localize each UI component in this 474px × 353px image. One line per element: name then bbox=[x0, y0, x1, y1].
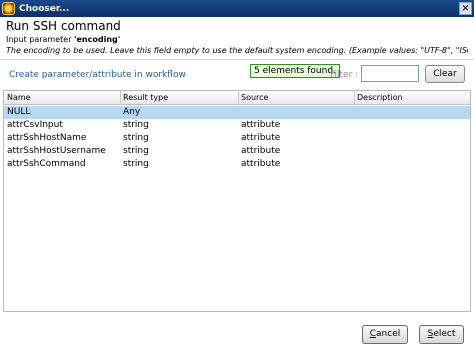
column-header-name[interactable]: Name bbox=[7, 93, 31, 102]
cell-result-type: string bbox=[123, 159, 149, 169]
column-divider[interactable] bbox=[238, 91, 239, 105]
app-icon bbox=[2, 2, 15, 15]
results-table: Name Result type Source Description NULL… bbox=[3, 90, 471, 312]
column-header-result-type[interactable]: Result type bbox=[123, 93, 168, 102]
cell-name: NULL bbox=[7, 107, 31, 117]
table-row[interactable]: attrSshHostUsername string attribute bbox=[4, 145, 470, 158]
table-row[interactable]: attrSshHostName string attribute bbox=[4, 132, 470, 145]
table-header: Name Result type Source Description bbox=[4, 91, 470, 105]
cell-result-type: Any bbox=[123, 107, 141, 117]
filter-label: Filter : bbox=[330, 70, 359, 80]
column-divider[interactable] bbox=[354, 91, 355, 105]
cell-name: attrSshHostName bbox=[7, 133, 87, 143]
cell-source: attribute bbox=[241, 120, 281, 130]
window-title: Chooser... bbox=[19, 3, 70, 14]
table-row[interactable]: attrSshCommand string attribute bbox=[4, 158, 470, 171]
command-title: Run SSH command bbox=[6, 19, 121, 33]
cell-result-type: string bbox=[123, 120, 149, 130]
cell-source: attribute bbox=[241, 133, 281, 143]
cancel-button[interactable]: Cancel bbox=[362, 325, 408, 344]
dialog-footer: Cancel Select bbox=[0, 312, 474, 353]
found-count-badge: 5 elements found. bbox=[250, 64, 340, 78]
clear-button[interactable]: Clear bbox=[425, 65, 465, 83]
cell-result-type: string bbox=[123, 133, 149, 143]
header-area: Run SSH command Input parameter 'encodin… bbox=[0, 17, 474, 60]
close-button[interactable]: × bbox=[459, 2, 472, 15]
cell-name: attrCsvInput bbox=[7, 120, 63, 130]
param-line: Input parameter 'encoding' bbox=[6, 35, 120, 44]
param-description: The encoding to be used. Leave this fiel… bbox=[6, 46, 468, 55]
column-header-source[interactable]: Source bbox=[241, 93, 268, 102]
cancel-label: ancel bbox=[376, 329, 401, 339]
param-prefix: Input parameter bbox=[6, 35, 72, 44]
cell-name: attrSshHostUsername bbox=[7, 146, 106, 156]
column-divider[interactable] bbox=[120, 91, 121, 105]
title-bar: Chooser... × bbox=[0, 0, 474, 17]
table-row[interactable]: attrCsvInput string attribute bbox=[4, 119, 470, 132]
select-button[interactable]: Select bbox=[419, 325, 464, 344]
toolbar: Create parameter/attribute in workflow 5… bbox=[0, 60, 474, 90]
param-name: 'encoding' bbox=[74, 35, 121, 44]
filter-input[interactable] bbox=[361, 65, 419, 82]
create-parameter-link[interactable]: Create parameter/attribute in workflow bbox=[9, 70, 186, 80]
select-label: elect bbox=[433, 329, 456, 339]
table-row[interactable]: NULL Any bbox=[4, 106, 470, 119]
column-header-description[interactable]: Description bbox=[357, 93, 403, 102]
cell-name: attrSshCommand bbox=[7, 159, 86, 169]
cell-source: attribute bbox=[241, 159, 281, 169]
cell-source: attribute bbox=[241, 146, 281, 156]
cell-result-type: string bbox=[123, 146, 149, 156]
